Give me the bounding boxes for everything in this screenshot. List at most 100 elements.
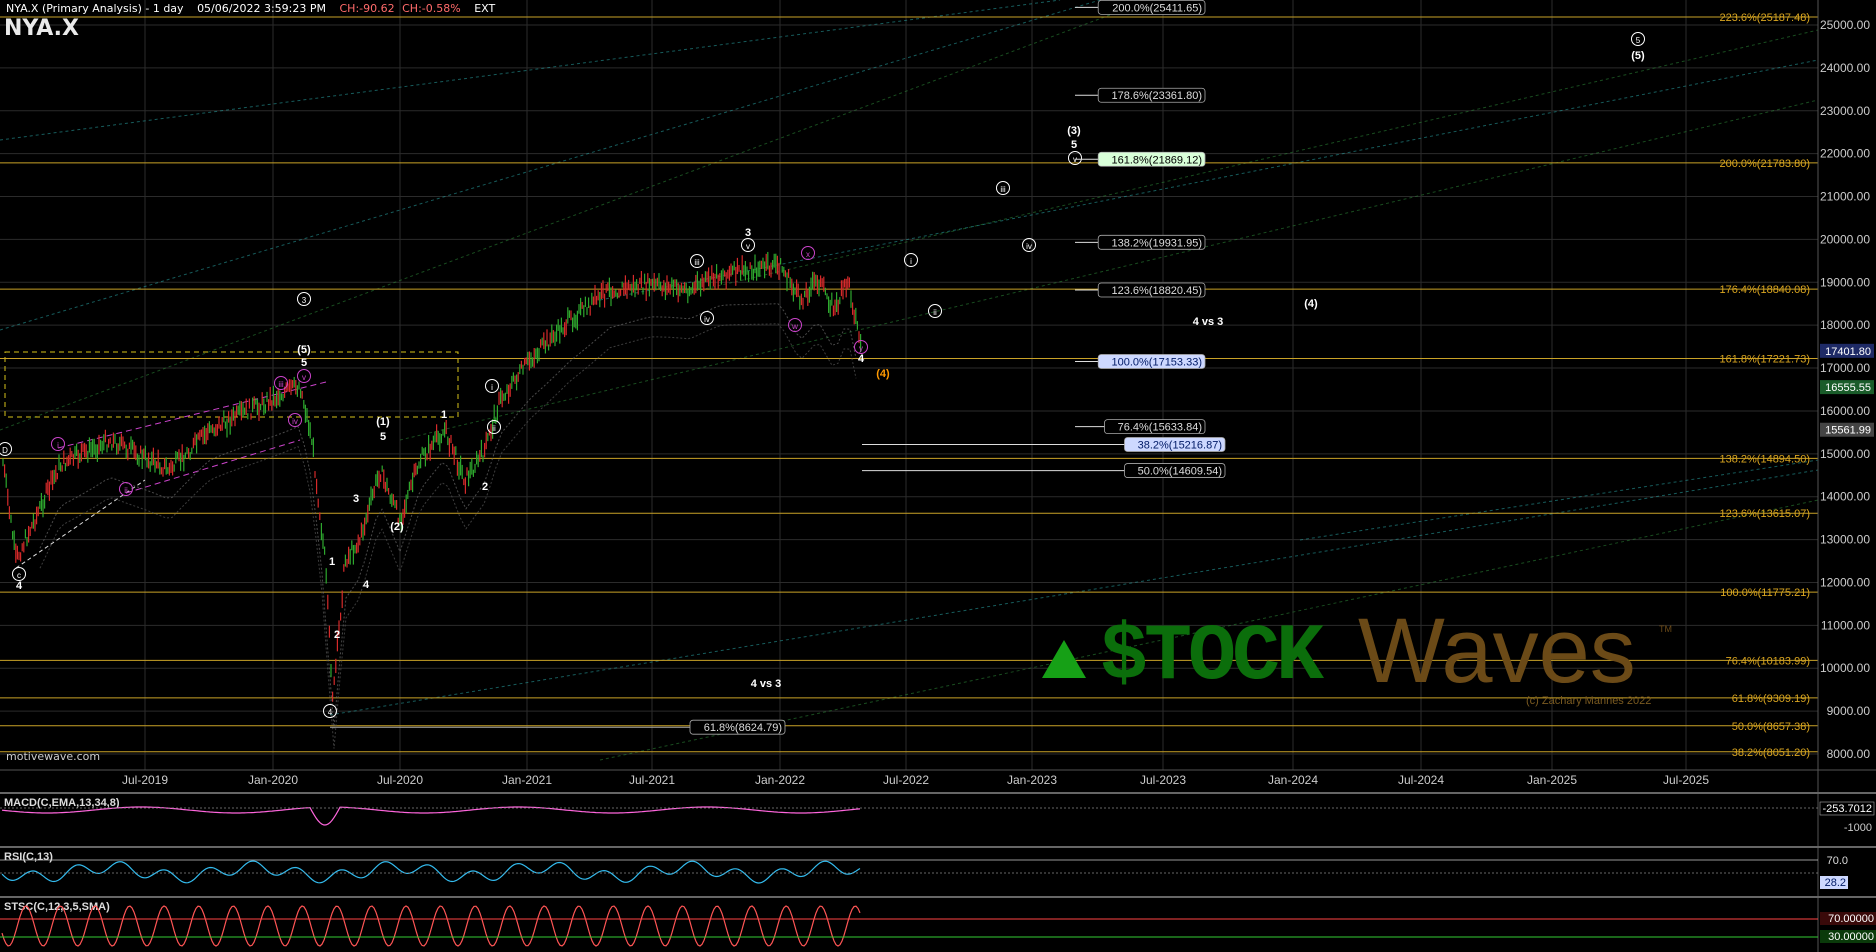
y-axis-label: 20000.00 xyxy=(1820,232,1870,246)
x-axis-label: Jul-2023 xyxy=(1140,773,1186,787)
wave-label: 3 xyxy=(745,227,751,239)
wave-label: v xyxy=(746,242,750,251)
fib-retrace-label: 50.0%(14609.54) xyxy=(1138,466,1222,478)
x-axis-label: Jul-2025 xyxy=(1663,773,1709,787)
ticker-symbol: NYA.X xyxy=(4,16,79,41)
chart-datetime: 05/06/2022 3:59:23 PM xyxy=(197,2,326,15)
fib-right-label: 50.0%(8657.38) xyxy=(1732,721,1810,733)
fib-right-label: 76.4%(10183.99) xyxy=(1726,655,1810,667)
fib-ext-label: 100.0%(17153.33) xyxy=(1111,356,1202,368)
candlesticks xyxy=(2,251,862,749)
stoch-upper: 70.00000 xyxy=(1828,913,1874,925)
wave-label: 5 xyxy=(380,431,386,443)
indicator-panels: MACD(C,EMA,13,34,8)RSI(C,13)STSC(C,12,3,… xyxy=(0,792,1876,947)
channel-line xyxy=(0,0,1151,431)
y-axis-label: 23000.00 xyxy=(1820,104,1870,118)
fib-retrace-label: 38.2%(15216.87) xyxy=(1138,440,1222,452)
wave-label: 2 xyxy=(334,629,340,641)
channel-line xyxy=(1299,459,1819,541)
change-percent: CH:-0.58% xyxy=(402,2,461,15)
x-axis-label: Jul-2021 xyxy=(629,773,675,787)
y-axis-label: 22000.00 xyxy=(1820,147,1870,161)
chart-header: NYA.X (Primary Analysis) - 1 day 05/06/2… xyxy=(6,2,505,18)
session-badge: EXT xyxy=(474,2,496,15)
fib-right-label: 200.0%(21783.80) xyxy=(1719,158,1810,170)
price-tag-label: 16555.55 xyxy=(1825,382,1871,394)
y-axis-label: 12000.00 xyxy=(1820,575,1870,589)
chart-window[interactable]: 223.6%(25187.48) 200.0%(21783.80) 1 76.4%(1… xyxy=(0,0,1876,952)
y-axis-label: 15000.00 xyxy=(1820,447,1870,461)
fib-ext-label: 200.0%(25411.65) xyxy=(1112,2,1202,14)
wave-label: (1) xyxy=(376,416,390,428)
y-axis-label: 13000.00 xyxy=(1820,533,1870,547)
change-value: CH:-90.62 xyxy=(339,2,395,15)
y-axis-label: 9000.00 xyxy=(1827,704,1871,718)
channel-line xyxy=(0,0,1101,331)
rsi-panel-label: RSI(C,13) xyxy=(4,851,53,863)
wave-label: 4 vs 3 xyxy=(1193,316,1224,328)
x-axis-label: Jan-2020 xyxy=(248,773,298,787)
wave-label: 4 xyxy=(328,708,333,717)
fib-ext-label: 123.6%(18820.45) xyxy=(1111,285,1202,297)
channel-line xyxy=(399,99,1819,441)
wave-label: D xyxy=(2,446,8,455)
ending-diagonal-line xyxy=(125,439,301,494)
watermark-copyright: (c) Zachary Mannes 2022 xyxy=(1526,695,1651,707)
wave-label: i xyxy=(910,257,912,266)
fib-right-label: 223.6%(25187.48) xyxy=(1719,12,1810,24)
y-axis-label: 21000.00 xyxy=(1820,190,1870,204)
moving-average xyxy=(39,323,857,749)
wave-label: ii xyxy=(124,486,128,495)
x-axis-label: Jul-2020 xyxy=(377,773,423,787)
moving-average xyxy=(39,303,857,729)
channel-line xyxy=(0,0,1061,141)
wave-label: y xyxy=(859,344,863,353)
stoch-panel-line xyxy=(1,905,861,947)
wave-label: i xyxy=(491,383,493,392)
wave-label: iii xyxy=(278,380,284,389)
channel-line xyxy=(599,59,1819,301)
rsi-upper: 70.0 xyxy=(1827,855,1848,867)
price-tag-label: 15561.99 xyxy=(1825,425,1871,437)
wave-label: 5 xyxy=(1636,36,1641,45)
wave-label: 2 xyxy=(482,481,488,493)
fib-ext-label: 76.4%(15633.84) xyxy=(1118,422,1202,434)
fib-right-label: 38.2%(8051.20) xyxy=(1732,747,1810,759)
y-axis-label: 25000.00 xyxy=(1820,18,1870,32)
wave-label: ii xyxy=(933,308,937,317)
wave-label: 1 xyxy=(441,409,447,421)
price-tag-label: 17401.80 xyxy=(1825,346,1871,358)
macd-panel-label: MACD(C,EMA,13,34,8) xyxy=(4,797,120,809)
axes: 25000.00 24000.00 23000.00 22000.00 21000.00… xyxy=(0,0,1876,952)
wave-label: 3 xyxy=(353,493,359,505)
wave-label: 3 xyxy=(302,296,307,305)
wave-label: 4 vs 3 xyxy=(751,678,782,690)
watermark-stock: $TOCK xyxy=(1100,612,1325,703)
wave-label: c xyxy=(17,571,21,580)
fib-ext-label: 178.6%(23361.80) xyxy=(1111,90,1202,102)
wave-label: (4) xyxy=(876,368,890,380)
x-axis-label: Jan-2022 xyxy=(755,773,805,787)
x-axis-label: Jul-2019 xyxy=(122,773,168,787)
credit-text: motivewave.com xyxy=(6,750,101,763)
wave-label: i xyxy=(57,441,59,450)
x-axis-label: Jan-2025 xyxy=(1527,773,1577,787)
channel-line xyxy=(699,29,1819,291)
y-axis-label: 24000.00 xyxy=(1820,61,1870,75)
x-axis-label: Jan-2021 xyxy=(502,773,552,787)
x-axis-label: Jan-2023 xyxy=(1007,773,1057,787)
target-box xyxy=(4,351,459,418)
y-axis-label: 17000.00 xyxy=(1820,361,1870,375)
fib-right-label: 100.0%(11775.21) xyxy=(1720,587,1810,599)
wave-label: iv xyxy=(1026,242,1032,251)
macd-panel-line xyxy=(1,806,861,826)
wave-label: 4 xyxy=(363,579,370,591)
fib-ext-label: 161.8%(21869.12) xyxy=(1111,154,1202,166)
y-axis-label: 14000.00 xyxy=(1820,490,1870,504)
wave-label: x xyxy=(806,250,810,259)
rsi-panel-line xyxy=(1,860,861,884)
macd-level: -1000 xyxy=(1844,822,1872,834)
fib-right-label: 123.6%(13615.07) xyxy=(1719,508,1810,520)
price-chart[interactable]: 223.6%(25187.48) 200.0%(21783.80) 1 76.4%(1… xyxy=(0,0,1876,952)
watermark-waves: Waves xyxy=(1358,600,1636,702)
